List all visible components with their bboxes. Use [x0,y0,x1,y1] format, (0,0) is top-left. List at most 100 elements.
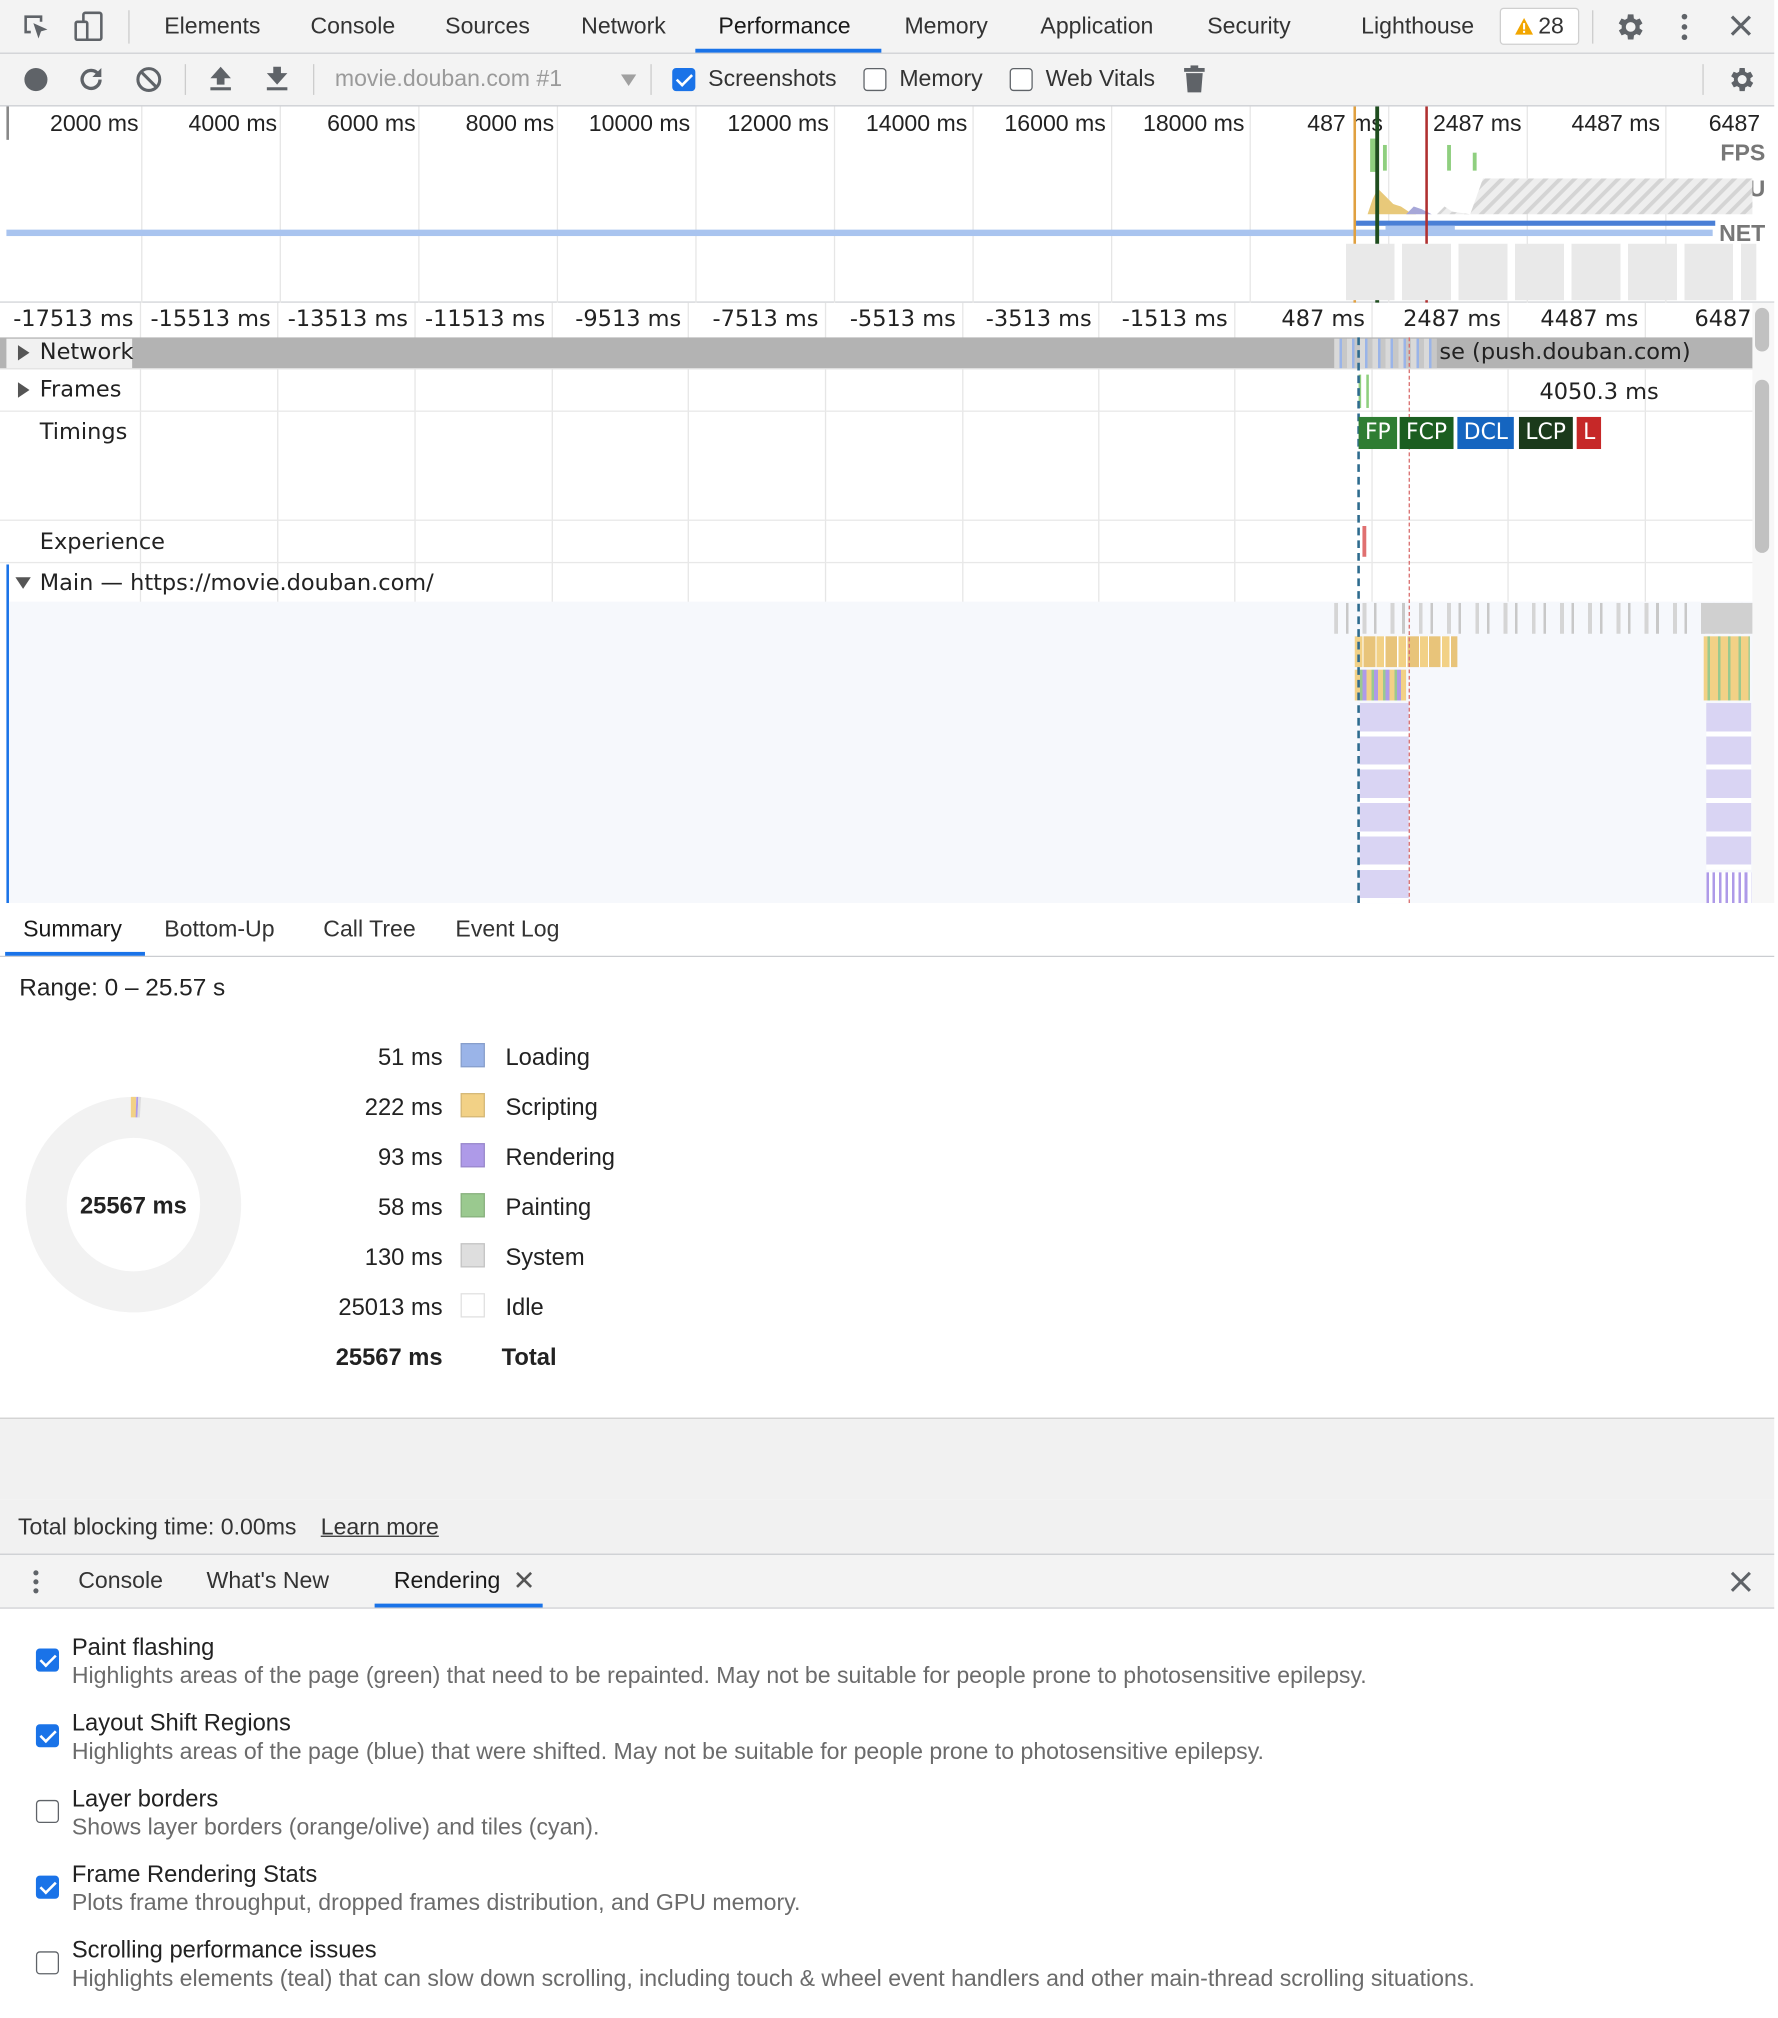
loading-swatch [460,1042,485,1068]
close-drawer-icon[interactable] [1729,1570,1752,1593]
overview-tick: 14000 ms [865,110,968,136]
expand-network-icon[interactable] [17,345,30,361]
paint-flashing-title: Paint flashing [71,1633,215,1661]
close-rendering-tab-icon[interactable] [516,1571,533,1589]
layer-borders-checkbox[interactable] [35,1799,60,1824]
device-toolbar-icon[interactable] [73,10,106,43]
system-label: System [505,1243,585,1271]
overview-tick: 487 ms [1307,110,1383,136]
scripting-bars[interactable] [1354,636,1458,668]
drawer-tab-whats-new[interactable]: What's New [207,1555,329,1608]
rendering-bars[interactable] [1359,703,1409,904]
tab-summary[interactable]: Summary [23,903,122,956]
network-track-label: Network [39,339,134,366]
layer-borders-desc: Shows layer borders (orange/olive) and t… [71,1814,600,1840]
flame-scrollbar-thumb[interactable] [1755,379,1770,553]
scripting-label: Scripting [505,1093,598,1120]
tab-call-tree[interactable]: Call Tree [323,903,415,956]
loading-label: Loading [505,1042,590,1070]
dcl-marker[interactable]: DCL [1457,416,1515,450]
memory-label: Memory [899,65,983,92]
experience-track-label: Experience [39,529,165,556]
learn-more-link[interactable]: Learn more [321,1514,439,1541]
target-select[interactable]: movie.douban.com #1 [335,65,562,92]
main-thread-area[interactable] [8,601,1753,904]
flame-chart[interactable]: -17513 ms -15513 ms -13513 ms -11513 ms … [0,302,1778,904]
timeline-tick: -3513 ms [985,306,1092,333]
tab-console[interactable]: Console [310,0,395,53]
trash-icon[interactable] [1182,64,1208,95]
record-icon[interactable] [23,67,49,93]
close-devtools-icon[interactable] [1728,13,1754,39]
drawer-menu-icon[interactable] [28,1568,43,1596]
drawer-tab-console[interactable]: Console [78,1555,163,1608]
layout-shift-regions-title: Layout Shift Regions [71,1708,291,1736]
settings-gear-icon[interactable] [1613,10,1646,43]
fcp-marker[interactable]: FCP [1399,416,1454,450]
rendering-value: 93 ms [377,1143,443,1171]
screenshots-checkbox[interactable] [672,67,696,92]
timeline-tick: -13513 ms [287,306,408,333]
frame-rendering-stats-checkbox[interactable] [35,1875,60,1899]
painting-value: 58 ms [377,1193,443,1221]
tab-memory[interactable]: Memory [904,0,987,53]
layout-shift-regions-checkbox[interactable] [35,1724,60,1748]
tab-application[interactable]: Application [1040,0,1153,53]
frames-track[interactable] [0,369,1753,412]
memory-checkbox[interactable] [863,67,887,92]
download-profile-icon[interactable] [264,64,290,92]
more-options-icon[interactable] [1675,12,1693,43]
collapse-main-icon[interactable] [15,577,31,589]
screenshot-filmstrip[interactable] [1345,243,1757,301]
tab-network[interactable]: Network [581,0,666,53]
idle-value: 25013 ms [338,1293,443,1321]
tab-lighthouse[interactable]: Lighthouse [1361,0,1474,53]
expand-frames-icon[interactable] [17,382,30,398]
timeline-tick: -7513 ms [712,306,819,333]
scripting-swatch [460,1093,485,1118]
load-marker[interactable]: L [1576,416,1602,450]
overview-tick: 6487 [1708,110,1761,136]
idle-swatch [460,1293,485,1318]
paint-flashing-checkbox[interactable] [35,1648,60,1672]
fp-marker[interactable]: FP [1358,416,1398,450]
tab-sources[interactable]: Sources [445,0,530,53]
rendering-panel: Paint flashing Highlights areas of the p… [0,1608,1778,2012]
drawer-tab-rendering[interactable]: Rendering [394,1555,501,1608]
warnings-badge[interactable]: 28 [1499,7,1580,45]
timeline-tick: -11513 ms [425,306,546,333]
inspect-element-icon[interactable] [21,12,52,43]
total-blocking-time-bar: Total blocking time: 0.00ms Learn more [0,1499,1778,1554]
capture-settings-icon[interactable] [1726,64,1757,95]
system-value: 130 ms [364,1243,443,1271]
web-vitals-checkbox[interactable] [1009,67,1033,92]
tab-performance[interactable]: Performance [718,0,850,53]
layout-shift-regions-desc: Highlights areas of the page (blue) that… [71,1738,1264,1764]
scripting-value: 222 ms [364,1093,443,1120]
painting-swatch [460,1193,485,1218]
overview-tick: 6000 ms [327,110,416,136]
tab-elements[interactable]: Elements [164,0,260,53]
chevron-down-icon[interactable] [620,74,637,86]
donut-total: 25567 ms [79,1191,187,1219]
frames-track-label: Frames [39,377,122,403]
task-bars[interactable] [1334,602,1752,634]
overview-tick: 12000 ms [727,110,829,136]
summary-panel: Range: 0 – 25.57 s 25567 ms 51 ms Loadin… [0,957,1778,1418]
tab-bottom-up[interactable]: Bottom-Up [164,903,274,956]
scrolling-performance-desc: Highlights elements (teal) that can slow… [71,1965,1475,1992]
timeline-overview[interactable]: 2000 ms 4000 ms 6000 ms 8000 ms 10000 ms… [0,106,1778,303]
details-tab-bar: Summary Bottom-Up Call Tree Event Log [0,903,1778,958]
clear-icon[interactable] [135,65,163,93]
reload-record-icon[interactable] [77,65,105,93]
upload-profile-icon[interactable] [208,64,234,92]
main-track-label: Main — https://movie.douban.com/ [39,570,434,597]
scrolling-performance-checkbox[interactable] [35,1951,60,1975]
experience-track[interactable] [0,521,1753,564]
lcp-marker[interactable]: LCP [1518,416,1573,450]
tab-security[interactable]: Security [1207,0,1290,53]
timeline-tick: -5513 ms [849,306,956,333]
tab-event-log[interactable]: Event Log [455,903,559,956]
network-request-label: se (push.douban.com) [1439,339,1691,366]
frame-duration: 4050.3 ms [1539,379,1659,406]
